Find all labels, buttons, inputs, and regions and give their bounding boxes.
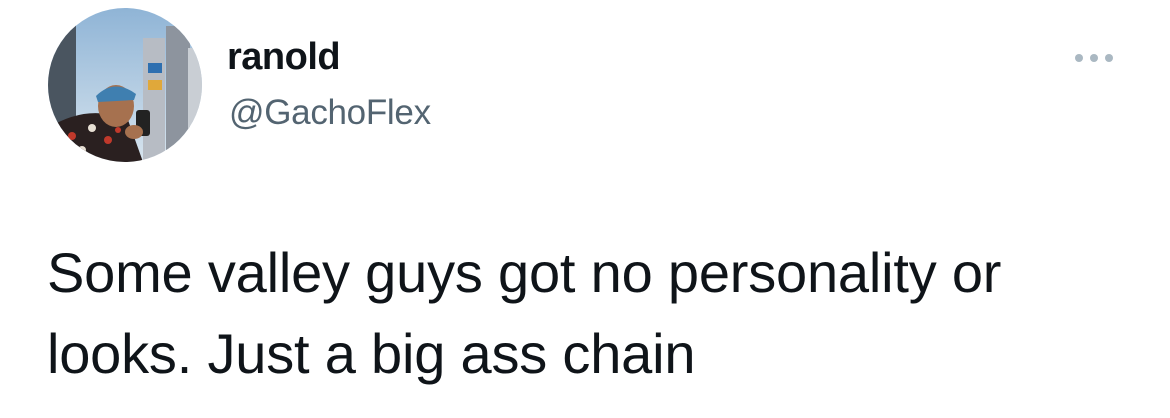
tweet-text: Some valley guys got no personality or l…: [47, 241, 1002, 385]
avatar[interactable]: [48, 8, 202, 162]
tweet-card: ranold @GachoFlex Some valley guys got n…: [0, 0, 1170, 418]
more-horizontal-icon: [1075, 54, 1083, 62]
more-horizontal-icon-dot: [1105, 54, 1113, 62]
display-name[interactable]: ranold: [227, 36, 341, 79]
more-horizontal-icon-dot: [1090, 54, 1098, 62]
more-options-button[interactable]: [1066, 44, 1122, 72]
user-handle[interactable]: @GachoFlex: [229, 93, 431, 133]
profile-photo: [48, 8, 202, 162]
